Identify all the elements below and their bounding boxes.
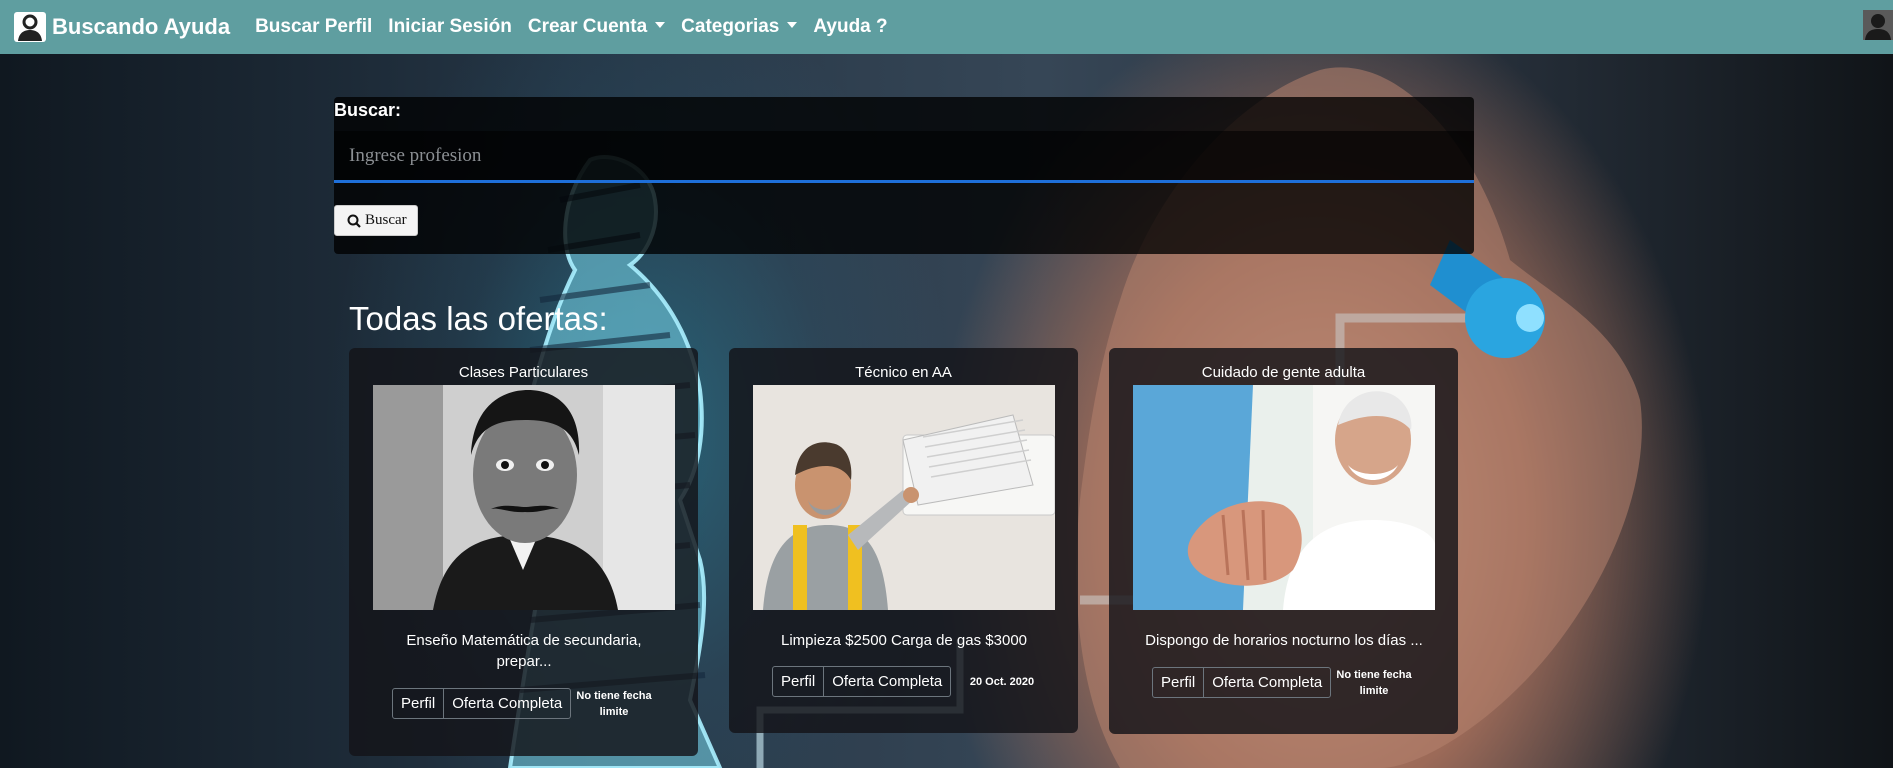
nav-label: Categorias [681, 16, 780, 37]
nav-crear-cuenta-dropdown[interactable]: Crear Cuenta [527, 16, 666, 38]
user-avatar[interactable] [1863, 10, 1893, 40]
search-input[interactable] [334, 131, 1474, 183]
offer-card: Cuidado de gente adulta Dispongo de hora… [1109, 348, 1458, 734]
nav-ayuda[interactable]: Ayuda ? [813, 16, 887, 38]
nav-label: Ayuda ? [813, 16, 888, 37]
offer-card: Clases Particulares Enseño Matemática de… [349, 348, 698, 756]
offer-card-description: Limpieza $2500 Carga de gas $3000 [780, 632, 1027, 649]
offer-card-actions: Perfil Oferta Completa [772, 666, 952, 697]
offer-card-description: Dispongo de horarios nocturno los días .… [1145, 632, 1423, 649]
search-icon [347, 214, 361, 228]
nav-label: Crear Cuenta [527, 16, 648, 37]
offers-heading: Todas las ofertas: [349, 300, 608, 337]
brand-name: Buscando Ayuda [52, 14, 231, 39]
offer-card-title: Cuidado de gente adulta [1201, 364, 1366, 381]
offer-card-title: Técnico en AA [855, 364, 952, 381]
search-panel: Buscar: Buscar [334, 97, 1474, 254]
profile-button[interactable]: Perfil [773, 667, 823, 696]
offer-card-actions: Perfil Oferta Completa [392, 688, 572, 719]
search-button-label: Buscar [365, 212, 407, 228]
profile-button[interactable]: Perfil [1153, 668, 1203, 697]
offer-card-date: 20 Oct. 2020 [969, 676, 1035, 688]
offer-card-image [753, 385, 1055, 610]
search-label: Buscar: [334, 100, 402, 120]
nav-label: Buscar Perfil [255, 16, 373, 37]
profile-button[interactable]: Perfil [393, 689, 443, 718]
search-button[interactable]: Buscar [334, 205, 418, 236]
nav-label: Iniciar Sesión [388, 16, 512, 37]
full-offer-button[interactable]: Oferta Completa [443, 689, 570, 718]
brand-logo-link[interactable]: Buscando Ayuda [14, 12, 230, 42]
offer-card-image [373, 385, 675, 610]
full-offer-button[interactable]: Oferta Completa [823, 667, 950, 696]
offer-card-title: Clases Particulares [458, 364, 589, 381]
user-silhouette-icon [1863, 10, 1893, 40]
offer-card-date: No tiene fecha limite [576, 690, 652, 718]
offer-card-description: Enseño Matemática de secundaria, prepar.… [406, 632, 642, 670]
caret-down-icon [787, 22, 798, 28]
caret-down-icon [655, 22, 666, 28]
brand-person-icon [14, 12, 46, 42]
nav-categorias-dropdown[interactable]: Categorias [681, 16, 798, 38]
offer-card: Técnico en AA Limpieza $2500 Carga de ga… [729, 348, 1078, 733]
nav-buscar-perfil[interactable]: Buscar Perfil [255, 16, 372, 38]
top-navbar: Buscando Ayuda Buscar Perfil Iniciar Ses… [0, 0, 1893, 54]
nav-iniciar-sesion[interactable]: Iniciar Sesión [388, 16, 512, 38]
offer-card-actions: Perfil Oferta Completa [1152, 667, 1332, 698]
offer-card-date: No tiene fecha limite [1336, 669, 1412, 697]
full-offer-button[interactable]: Oferta Completa [1203, 668, 1330, 697]
offer-card-image [1133, 385, 1435, 610]
